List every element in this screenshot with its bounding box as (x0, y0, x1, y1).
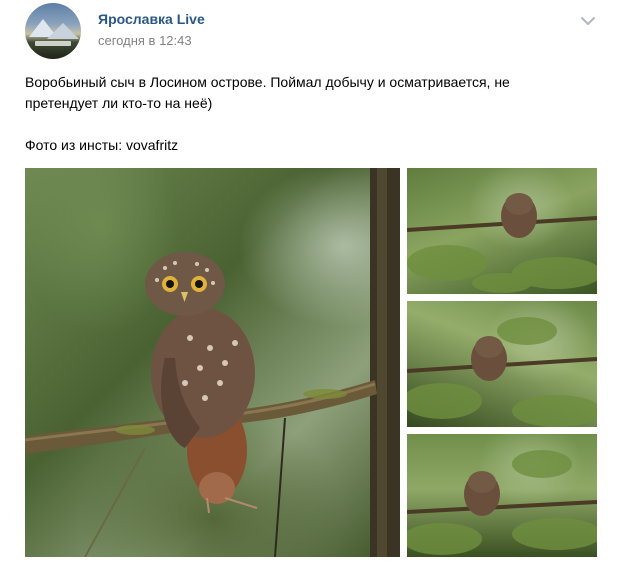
post-time[interactable]: сегодня в 12:43 (98, 33, 192, 48)
avatar-logo-mark (35, 41, 71, 46)
post-photo-main[interactable] (25, 168, 400, 557)
chevron-down-icon[interactable] (579, 14, 597, 28)
avatar-mountain-shape (47, 23, 79, 39)
post-photo-thumb[interactable] (407, 301, 597, 427)
post-text-line: Фото из инсты: vovafritz (25, 137, 179, 153)
avatar[interactable] (25, 3, 81, 59)
post-photo-thumb[interactable] (407, 168, 597, 294)
post-photo-thumb[interactable] (407, 434, 597, 557)
post: Ярославка Live сегодня в 12:43 Воробьины… (0, 0, 620, 581)
post-text-line: Воробьиный сыч в Лосином острове. Поймал… (25, 74, 510, 90)
post-text-line: претендует ли кто-то на неё) (25, 95, 213, 111)
post-text: Воробьиный сыч в Лосином острове. Поймал… (25, 72, 585, 156)
post-author[interactable]: Ярославка Live (98, 11, 205, 27)
